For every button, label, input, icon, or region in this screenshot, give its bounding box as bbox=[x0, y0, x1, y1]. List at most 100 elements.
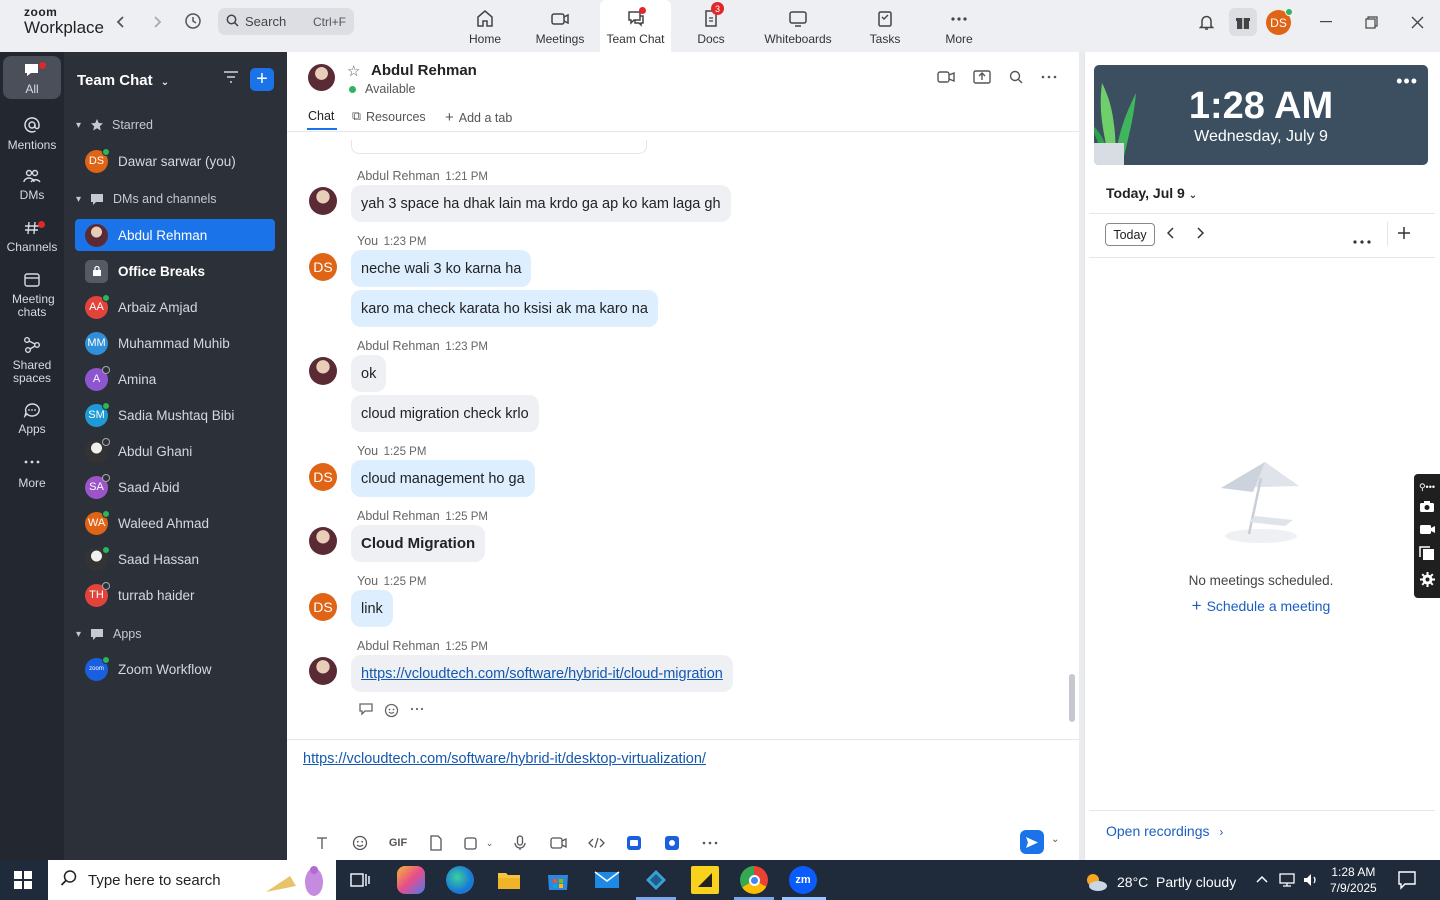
tab-chat[interactable]: Chat bbox=[308, 109, 334, 123]
notifications-icon[interactable] bbox=[1397, 870, 1417, 893]
rail-item-dms[interactable]: DMs bbox=[0, 168, 64, 202]
starred-item-dawar[interactable]: DS Dawar sarwar (you) bbox=[75, 145, 275, 177]
taskbar-clock[interactable]: 1:28 AM 7/9/2025 bbox=[1330, 864, 1377, 896]
more-dots-icon[interactable] bbox=[691, 833, 729, 853]
taskbar-search[interactable]: Type here to search bbox=[48, 860, 336, 900]
mail-icon[interactable] bbox=[593, 866, 621, 894]
compose-input[interactable]: https://vcloudtech.com/software/hybrid-i… bbox=[303, 751, 706, 767]
microphone-icon[interactable] bbox=[501, 833, 539, 853]
camera-icon[interactable] bbox=[1419, 500, 1435, 516]
message-bubble[interactable]: neche wali 3 ko karna ha bbox=[351, 250, 532, 287]
task-view-icon[interactable] bbox=[346, 866, 374, 894]
message-bubble[interactable]: yah 3 space ha dhak lain ma krdo ga ap k… bbox=[351, 185, 731, 222]
file-icon[interactable] bbox=[417, 833, 455, 853]
section-dms-channels[interactable]: ▾ DMs and channels bbox=[76, 192, 217, 206]
forward-arrow-icon[interactable] bbox=[148, 12, 166, 32]
more-dots-icon[interactable]: ••• bbox=[1396, 71, 1418, 92]
video-message-icon[interactable] bbox=[539, 833, 577, 853]
minimize-icon[interactable] bbox=[1316, 12, 1336, 32]
microsoft-store-icon[interactable] bbox=[544, 866, 572, 894]
search-icon[interactable] bbox=[1009, 70, 1023, 87]
history-icon[interactable] bbox=[183, 11, 203, 31]
text-format-icon[interactable] bbox=[303, 833, 341, 853]
dm-item-turrab-haider[interactable]: TH turrab haider bbox=[75, 579, 275, 611]
back-arrow-icon[interactable] bbox=[112, 12, 130, 32]
section-starred[interactable]: ▾ Starred bbox=[76, 118, 153, 132]
tab-more[interactable]: More bbox=[936, 0, 982, 52]
edge-browser-icon[interactable] bbox=[446, 866, 474, 894]
message-link[interactable]: https://vcloudtech.com/software/hybrid-i… bbox=[361, 666, 723, 682]
copilot-icon[interactable] bbox=[397, 866, 425, 894]
dm-item-abdul-rehman[interactable]: Abdul Rehman bbox=[75, 219, 275, 251]
sticky-notes-icon[interactable] bbox=[691, 866, 719, 894]
rail-item-channels[interactable]: Channels bbox=[0, 220, 64, 254]
sender-avatar[interactable]: DS bbox=[309, 253, 337, 281]
sender-avatar[interactable] bbox=[309, 357, 337, 385]
plus-icon[interactable] bbox=[1397, 226, 1411, 243]
zoom-workflow-icon[interactable] bbox=[653, 833, 691, 853]
send-options-chevron-icon[interactable]: ⌄ bbox=[1051, 834, 1059, 845]
emoji-reaction-icon[interactable] bbox=[384, 702, 400, 721]
sender-avatar[interactable] bbox=[309, 187, 337, 215]
send-button[interactable] bbox=[1020, 830, 1044, 854]
filter-icon[interactable] bbox=[222, 70, 240, 87]
message-bubble[interactable]: Cloud Migration bbox=[351, 525, 486, 562]
share-screen-icon[interactable] bbox=[973, 70, 991, 87]
file-explorer-icon[interactable] bbox=[495, 866, 523, 894]
gift-icon[interactable] bbox=[1229, 8, 1257, 36]
user-avatar[interactable]: DS bbox=[1266, 8, 1293, 35]
message-bubble[interactable]: ok bbox=[351, 355, 387, 392]
next-day-icon[interactable] bbox=[1196, 227, 1205, 242]
zoom-taskbar-icon[interactable]: zm bbox=[789, 866, 817, 894]
gear-icon[interactable] bbox=[1419, 571, 1436, 591]
chevron-up-icon[interactable] bbox=[1255, 872, 1269, 887]
rail-item-shared-spaces[interactable]: Shared spaces bbox=[0, 336, 64, 385]
rail-item-more[interactable]: More bbox=[0, 456, 64, 490]
close-icon[interactable] bbox=[1407, 12, 1427, 32]
volume-icon[interactable] bbox=[1302, 872, 1320, 891]
restore-icon[interactable] bbox=[1361, 12, 1381, 32]
panel-title[interactable]: Team Chat ⌄ bbox=[77, 72, 169, 89]
tab-team-chat[interactable]: Team Chat bbox=[600, 0, 671, 52]
video-call-icon[interactable] bbox=[937, 70, 955, 87]
tab-tasks[interactable]: Tasks bbox=[862, 0, 908, 52]
dm-item-saad-abid[interactable]: SA Saad Abid bbox=[75, 471, 275, 503]
reply-icon[interactable] bbox=[358, 702, 374, 721]
dm-item-muhammad-muhib[interactable]: MM Muhammad Muhib bbox=[75, 327, 275, 359]
message-bubble[interactable]: link bbox=[351, 590, 393, 627]
prev-day-icon[interactable] bbox=[1166, 227, 1175, 242]
tab-home[interactable]: Home bbox=[462, 0, 508, 52]
chat-scrollbar[interactable] bbox=[1069, 674, 1075, 722]
dm-item-arbaiz-amjad[interactable]: AA Arbaiz Amjad bbox=[75, 291, 275, 323]
search-bar[interactable]: Search Ctrl+F bbox=[218, 8, 354, 35]
contact-name[interactable]: Abdul Rehman bbox=[371, 62, 477, 79]
dm-item-abdul-ghani[interactable]: Abdul Ghani bbox=[75, 435, 275, 467]
emoji-icon[interactable] bbox=[341, 833, 379, 853]
open-recordings-link[interactable]: Open recordings › bbox=[1106, 823, 1223, 839]
date-heading[interactable]: Today, Jul 9 ⌄ bbox=[1106, 185, 1197, 201]
dm-item-amina[interactable]: A Amina bbox=[75, 363, 275, 395]
contact-avatar[interactable] bbox=[308, 64, 335, 91]
tab-docs[interactable]: Docs 3 bbox=[688, 0, 734, 52]
sender-avatar[interactable] bbox=[309, 527, 337, 555]
windows-start-icon[interactable] bbox=[14, 871, 32, 892]
more-dots-icon[interactable] bbox=[1041, 70, 1057, 87]
code-snippet-icon[interactable] bbox=[577, 833, 615, 853]
network-icon[interactable] bbox=[1278, 872, 1296, 891]
chrome-browser-icon[interactable] bbox=[740, 866, 768, 894]
dev-app-icon[interactable] bbox=[642, 866, 670, 894]
message-bubble[interactable]: cloud migration check krlo bbox=[351, 395, 539, 432]
section-apps[interactable]: ▾ Apps bbox=[76, 627, 142, 641]
more-dots-icon[interactable] bbox=[410, 702, 424, 721]
sender-avatar[interactable] bbox=[309, 657, 337, 685]
message-bubble[interactable]: karo ma check karata ho ksisi ak ma karo… bbox=[351, 290, 658, 327]
tab-meetings[interactable]: Meetings bbox=[532, 0, 588, 52]
screenshot-icon[interactable]: ⌄ bbox=[455, 833, 501, 853]
dm-item-waleed-ahmad[interactable]: WA Waleed Ahmad bbox=[75, 507, 275, 539]
dm-item-sadia-mushtaq[interactable]: SM Sadia Mushtaq Bibi bbox=[75, 399, 275, 431]
tab-whiteboards[interactable]: Whiteboards bbox=[760, 0, 836, 52]
bell-icon[interactable] bbox=[1196, 12, 1216, 32]
dm-item-saad-hassan[interactable]: Saad Hassan bbox=[75, 543, 275, 575]
channel-item-office-breaks[interactable]: Office Breaks bbox=[75, 255, 275, 287]
sender-avatar[interactable]: DS bbox=[309, 463, 337, 491]
